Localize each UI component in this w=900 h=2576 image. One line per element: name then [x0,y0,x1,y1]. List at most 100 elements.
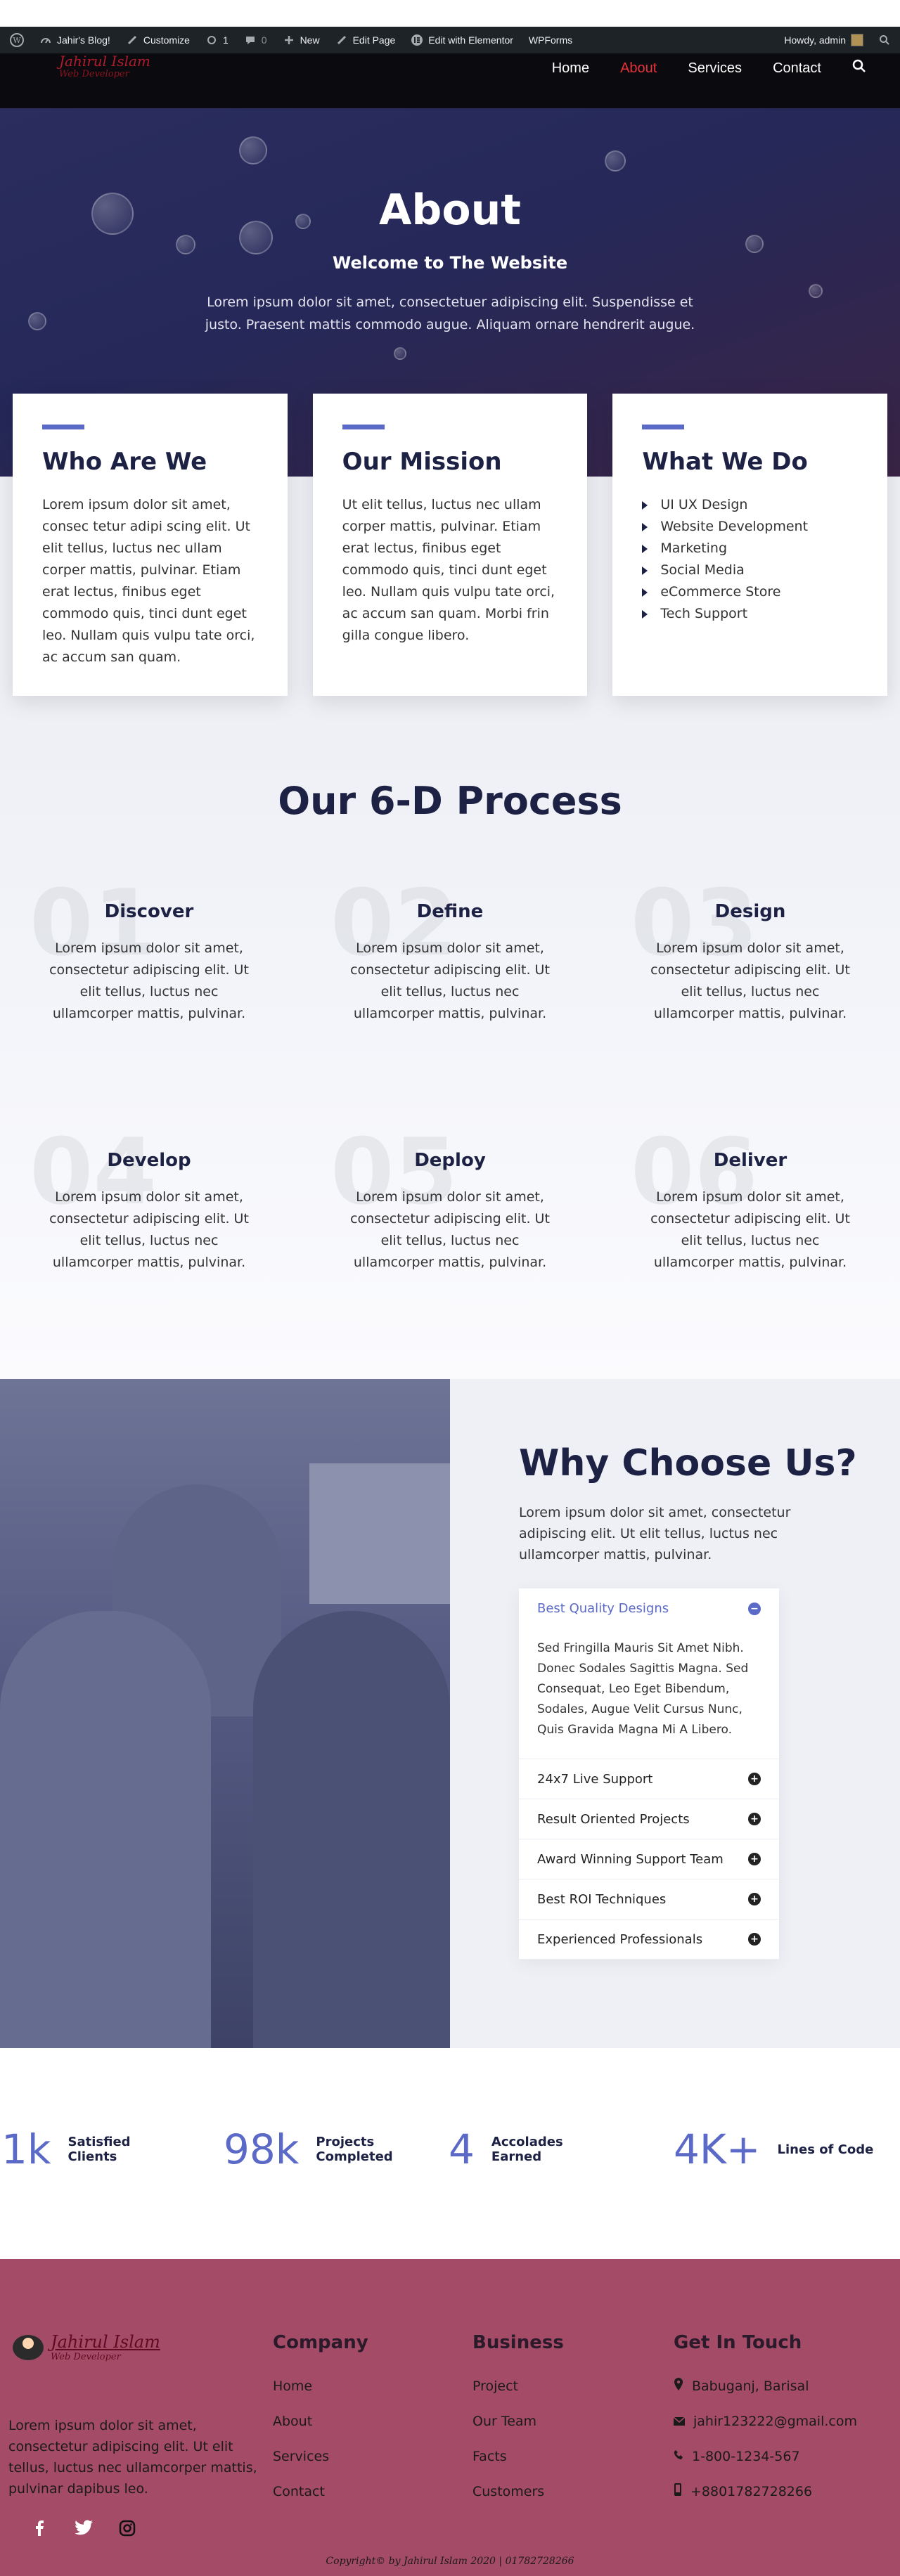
site-logo[interactable]: Jahirul Islam Web Developer [59,53,177,91]
footer-link-home[interactable]: Home [273,2369,368,2404]
photo-person [253,1611,450,2048]
card-what-we-do: What We Do UI UX Design Website Developm… [612,394,888,696]
list-item: Tech Support [642,603,858,625]
accordion-header[interactable]: Experienced Professionals + [519,1920,779,1960]
wordpress-logo-icon[interactable]: W [10,33,24,47]
step-text: Lorem ipsum dolor sit amet, consectetur … [350,1189,550,1270]
photo-person [0,1611,211,2048]
site-header: Jahirul Islam Web Developer Home About S… [0,53,900,108]
caret-right-icon [642,500,648,510]
step-text: Lorem ipsum dolor sit amet, consectetur … [350,940,550,1021]
caret-right-icon [642,609,648,619]
process-section: Our 6-D Process 01 Discover Lorem ipsum … [0,737,900,1379]
step-title: Develop [107,1150,191,1171]
nav-contact[interactable]: Contact [773,60,821,77]
plus-circle-icon: + [748,1893,761,1905]
footer-link-project[interactable]: Project [472,2369,564,2404]
card-text: Lorem ipsum dolor sit amet, consec tetur… [42,497,255,665]
new-content-link[interactable]: New [283,34,320,46]
card-title: Who Are We [42,448,207,476]
avatar-logo-icon [13,2334,44,2360]
elementor-link[interactable]: Edit with Elementor [411,34,513,46]
footer-link-about[interactable]: About [273,2404,368,2439]
card-accent-bar [342,425,385,429]
map-pin-icon [674,2369,683,2404]
search-icon[interactable] [852,59,866,77]
footer-link-contact[interactable]: Contact [273,2474,368,2509]
contact-mobile[interactable]: +8801782728266 [674,2474,857,2509]
accordion-header[interactable]: Award Winning Support Team + [519,1839,779,1879]
stat-label: Projects Completed [316,2135,393,2164]
footer-link-services[interactable]: Services [273,2439,368,2474]
features-accordion: Best Quality Designs − Sed Fringilla Mau… [519,1588,779,1960]
wpforms-link[interactable]: WPForms [529,34,572,46]
footer-logo[interactable]: Jahirul Islam Web Developer [13,2332,160,2362]
social-links [30,2518,138,2539]
twitter-icon[interactable] [73,2518,94,2539]
list-item: Social Media [642,559,858,581]
customize-link[interactable]: Customize [126,34,190,46]
site-name-link[interactable]: Jahir's Blog! [39,34,110,46]
nav-services[interactable]: Services [688,60,742,77]
accordion-header[interactable]: Result Oriented Projects + [519,1799,779,1839]
step-text: Lorem ipsum dolor sit amet, consectetur … [650,1189,850,1270]
nav-about[interactable]: About [620,60,657,77]
contact-address: Babuganj, Barisal [674,2369,857,2404]
updates-link[interactable]: 1 [205,34,229,46]
footer-heading: Company [273,2332,368,2353]
accordion-header[interactable]: 24x7 Live Support + [519,1759,779,1799]
section-intro: Lorem ipsum dolor sit amet, consectetur … [519,1505,791,1562]
nav-home[interactable]: Home [552,60,589,77]
account-menu[interactable]: Howdy, admin [784,34,863,46]
stat-value: 98k [224,2125,300,2173]
plus-icon [283,34,295,46]
caret-right-icon [642,522,648,531]
edit-page-link[interactable]: Edit Page [335,34,395,46]
stat-counter: 4K+ Lines of Code [674,2125,890,2173]
instagram-icon[interactable] [117,2518,138,2539]
stat-value: 4 [449,2125,475,2173]
bubble-decoration [745,235,764,253]
stat-label: Satisfied Clients [68,2135,131,2164]
step-title: Deliver [713,1150,788,1171]
footer-contact: Get In Touch Babuganj, Barisal jahir1232… [673,2332,857,2509]
footer-business: Business Project Our Team Facts Customer… [472,2332,564,2509]
accordion-header[interactable]: Best Quality Designs − [519,1588,779,1629]
accordion-header[interactable]: Best ROI Techniques + [519,1879,779,1920]
stats-section: 1k Satisfied Clients 98k Projects Comple… [0,2048,900,2259]
footer-link-facts[interactable]: Facts [472,2439,564,2474]
section-title: Our 6-D Process [278,779,622,823]
bubble-decoration [176,235,195,254]
team-meeting-photo [0,1379,450,2048]
list-item: Marketing [642,538,858,559]
pencil-icon [335,34,348,46]
stat-counter: 98k Projects Completed [224,2125,400,2173]
bubble-decoration [809,284,823,298]
process-step: 03 Design Lorem ipsum dolor sit amet, co… [631,877,870,1025]
brush-icon [126,34,139,46]
facebook-icon[interactable] [30,2518,51,2539]
contact-phone[interactable]: 1-800-1234-567 [674,2439,857,2474]
admin-search-icon[interactable] [879,34,890,46]
footer-heading: Business [472,2332,564,2353]
step-title: Discover [104,901,194,922]
footer-link-customers[interactable]: Customers [472,2474,564,2509]
step-title: Deploy [414,1150,486,1171]
process-step: 04 Develop Lorem ipsum dolor sit amet, c… [30,1126,269,1274]
bubble-decoration [394,347,406,360]
services-list: UI UX Design Website Development Marketi… [642,494,858,625]
step-text: Lorem ipsum dolor sit amet, consectetur … [49,940,249,1021]
photo-shelf [309,1463,450,1604]
stat-value: 1k [1,2125,51,2173]
comments-link[interactable]: 0 [244,34,267,46]
contact-email[interactable]: jahir123222@gmail.com [673,2404,857,2439]
section-title: Why Choose Us? [519,1442,857,1484]
list-item: eCommerce Store [642,581,858,603]
caret-right-icon [642,544,648,553]
minus-circle-icon: − [748,1602,761,1615]
dashboard-icon [39,34,52,46]
process-step: 05 Deploy Lorem ipsum dolor sit amet, co… [330,1126,570,1274]
accordion-content: Sed Fringilla Mauris Sit Amet Nibh. Done… [519,1629,779,1759]
footer-link-our-team[interactable]: Our Team [472,2404,564,2439]
list-item: UI UX Design [642,494,858,516]
